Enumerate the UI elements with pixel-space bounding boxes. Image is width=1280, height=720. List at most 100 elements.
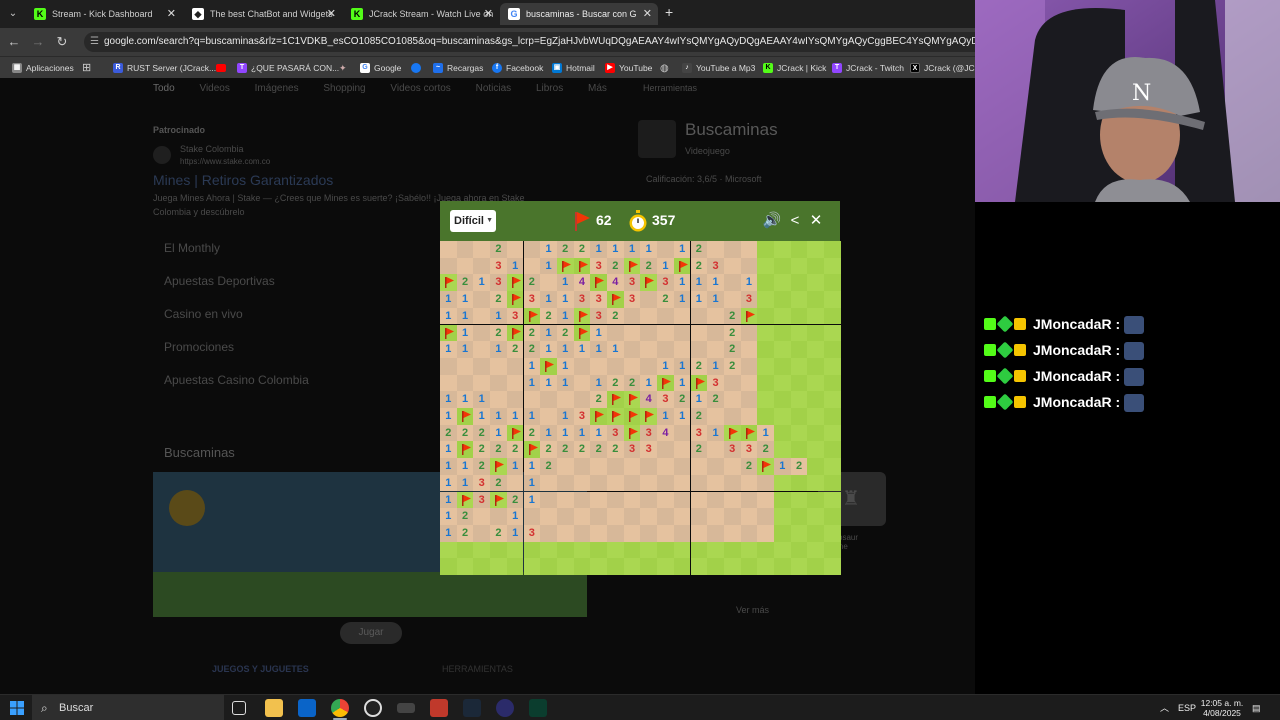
revealed-cell[interactable]	[590, 508, 607, 525]
revealed-cell[interactable]	[573, 474, 591, 492]
revealed-cell[interactable]: 1	[456, 391, 474, 408]
flagged-cell[interactable]	[590, 408, 607, 425]
revealed-cell[interactable]: 3	[657, 391, 674, 408]
covered-cell[interactable]	[824, 391, 841, 408]
covered-cell[interactable]	[824, 491, 841, 509]
revealed-cell[interactable]	[673, 307, 691, 325]
revealed-cell[interactable]	[607, 324, 624, 342]
revealed-cell[interactable]: 1	[757, 424, 774, 442]
covered-cell[interactable]	[757, 307, 774, 325]
revealed-cell[interactable]: 3	[623, 274, 641, 292]
covered-cell[interactable]	[590, 541, 607, 559]
tab-jcrack-stream[interactable]: K JCrack Stream - Watch Live on ✕	[343, 3, 499, 25]
revealed-cell[interactable]	[473, 291, 491, 308]
covered-cell[interactable]	[723, 541, 741, 559]
revealed-cell[interactable]	[440, 357, 457, 375]
revealed-cell[interactable]: 2	[490, 441, 507, 459]
covered-cell[interactable]	[790, 291, 808, 308]
revealed-cell[interactable]: 1	[657, 257, 674, 275]
revealed-cell[interactable]: 1	[440, 391, 457, 408]
flagged-cell[interactable]	[640, 408, 658, 425]
revealed-cell[interactable]: 3	[707, 257, 724, 275]
revealed-cell[interactable]	[757, 508, 774, 525]
revealed-cell[interactable]: 3	[723, 441, 741, 459]
revealed-cell[interactable]: 1	[556, 408, 574, 425]
ad-link-apuestas[interactable]: Apuestas Deportivas	[164, 274, 275, 288]
covered-cell[interactable]	[774, 391, 791, 408]
revealed-cell[interactable]	[623, 524, 641, 542]
new-tab-button[interactable]: +	[665, 4, 673, 20]
revealed-cell[interactable]: 4	[607, 274, 624, 292]
covered-cell[interactable]	[824, 341, 841, 358]
revealed-cell[interactable]	[523, 508, 541, 525]
revealed-cell[interactable]: 1	[590, 341, 607, 358]
monitor-app-icon[interactable]	[529, 699, 547, 717]
revealed-cell[interactable]	[456, 357, 474, 375]
revealed-cell[interactable]: 1	[707, 424, 724, 442]
flagged-cell[interactable]	[440, 324, 457, 342]
revealed-cell[interactable]: 1	[556, 291, 574, 308]
revealed-cell[interactable]	[473, 374, 491, 392]
revealed-cell[interactable]	[657, 324, 674, 342]
revealed-cell[interactable]: 1	[490, 341, 507, 358]
covered-cell[interactable]	[490, 558, 507, 575]
covered-cell[interactable]	[774, 491, 791, 509]
covered-cell[interactable]	[824, 474, 841, 492]
revealed-cell[interactable]: 3	[506, 307, 524, 325]
revealed-cell[interactable]	[657, 508, 674, 525]
revealed-cell[interactable]	[690, 341, 708, 358]
revealed-cell[interactable]: 2	[490, 324, 507, 342]
revealed-cell[interactable]	[640, 524, 658, 542]
covered-cell[interactable]	[774, 541, 791, 559]
bookmark-recargas[interactable]: ~ Recargas	[433, 60, 483, 76]
revealed-cell[interactable]	[607, 524, 624, 542]
covered-cell[interactable]	[723, 558, 741, 575]
revealed-cell[interactable]: 1	[440, 474, 457, 492]
revealed-cell[interactable]	[690, 508, 708, 525]
flagged-cell[interactable]	[740, 424, 758, 442]
revealed-cell[interactable]: 2	[556, 324, 574, 342]
revealed-cell[interactable]	[473, 241, 491, 258]
revealed-cell[interactable]	[456, 257, 474, 275]
revealed-cell[interactable]	[707, 307, 724, 325]
tab-videos[interactable]: Videos	[199, 83, 229, 94]
covered-cell[interactable]	[774, 441, 791, 459]
revealed-cell[interactable]	[707, 524, 724, 542]
revealed-cell[interactable]: 1	[673, 374, 691, 392]
bookmark-que-pasara[interactable]: T ¿QUE PASARÁ CON...	[237, 60, 339, 76]
close-icon[interactable]: ✕	[643, 3, 652, 25]
covered-cell[interactable]	[774, 341, 791, 358]
flagged-cell[interactable]	[623, 424, 641, 442]
revealed-cell[interactable]: 2	[757, 441, 774, 459]
revealed-cell[interactable]: 1	[490, 408, 507, 425]
flagged-cell[interactable]	[440, 274, 457, 292]
revealed-cell[interactable]	[723, 524, 741, 542]
covered-cell[interactable]	[523, 541, 541, 559]
revealed-cell[interactable]: 1	[490, 307, 507, 325]
revealed-cell[interactable]: 1	[506, 524, 524, 542]
revealed-cell[interactable]: 1	[540, 257, 557, 275]
revealed-cell[interactable]	[623, 341, 641, 358]
covered-cell[interactable]	[824, 374, 841, 392]
covered-cell[interactable]	[523, 558, 541, 575]
revealed-cell[interactable]	[556, 391, 574, 408]
ad-link-casino-colombia[interactable]: Apuestas Casino Colombia	[164, 373, 309, 387]
flagged-cell[interactable]	[490, 458, 507, 475]
revealed-cell[interactable]	[573, 374, 591, 392]
revealed-cell[interactable]	[757, 524, 774, 542]
revealed-cell[interactable]	[473, 257, 491, 275]
revealed-cell[interactable]: 1	[523, 408, 541, 425]
revealed-cell[interactable]	[707, 491, 724, 509]
revealed-cell[interactable]	[623, 357, 641, 375]
revealed-cell[interactable]	[523, 257, 541, 275]
revealed-cell[interactable]	[590, 357, 607, 375]
revealed-cell[interactable]	[723, 374, 741, 392]
bookmark-grid[interactable]: ⊞	[82, 60, 91, 76]
revealed-cell[interactable]	[690, 307, 708, 325]
flagged-cell[interactable]	[623, 408, 641, 425]
revealed-cell[interactable]: 1	[490, 424, 507, 442]
covered-cell[interactable]	[556, 541, 574, 559]
covered-cell[interactable]	[740, 541, 758, 559]
revealed-cell[interactable]	[673, 341, 691, 358]
chrome-icon[interactable]	[331, 699, 349, 717]
